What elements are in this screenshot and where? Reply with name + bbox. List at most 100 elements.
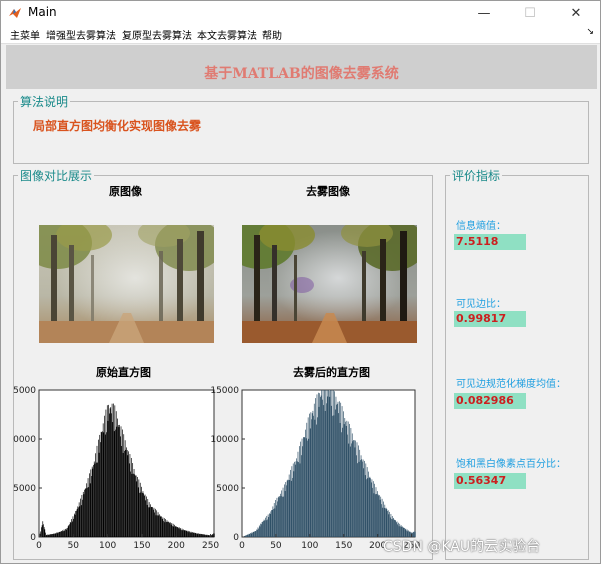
menu-proposed[interactable]: 本文去雾算法 xyxy=(197,27,257,42)
histogram-bar xyxy=(388,514,390,537)
histogram-bar xyxy=(194,532,195,537)
histogram-bar xyxy=(307,440,308,537)
histogram-bar xyxy=(345,421,346,537)
histogram-bar xyxy=(102,423,104,537)
histogram-bar xyxy=(157,512,159,537)
histogram-bar xyxy=(246,535,247,537)
histogram-bar xyxy=(305,438,307,537)
histogram-bar xyxy=(137,476,138,537)
histogram-bar xyxy=(187,531,188,537)
histogram-bar xyxy=(331,390,333,537)
histogram-bar xyxy=(148,507,149,537)
histogram-bar xyxy=(355,440,356,537)
histogram-bar xyxy=(385,507,387,537)
histogram-bar xyxy=(315,398,316,537)
histogram-bar xyxy=(156,510,158,537)
histogram-bar xyxy=(200,533,202,537)
histogram-bar xyxy=(62,530,64,537)
histogram-bar xyxy=(387,510,389,537)
histogram-bar xyxy=(55,533,57,537)
histogram-bar xyxy=(287,479,289,537)
histogram-bar xyxy=(166,520,168,537)
histogram-bar xyxy=(87,478,89,537)
histogram-bar xyxy=(102,431,103,537)
histogram-bar xyxy=(320,395,322,537)
histogram-bar xyxy=(67,527,68,537)
menu-help[interactable]: 帮助 xyxy=(262,27,282,42)
y-tick-label: 5000 xyxy=(13,484,36,494)
histogram-bar xyxy=(288,474,290,537)
histogram-bar xyxy=(268,517,270,537)
histogram-bar xyxy=(180,528,182,537)
histogram-bar xyxy=(259,526,261,537)
gradient-label: 可见边规范化梯度均值： xyxy=(456,379,566,390)
histogram-bar xyxy=(357,463,359,537)
histogram-bar xyxy=(76,508,78,537)
histogram-bar xyxy=(330,405,332,537)
histogram-bar xyxy=(198,533,199,537)
histogram-bar xyxy=(263,521,264,537)
histogram-bar xyxy=(339,423,341,537)
histogram-bar xyxy=(49,534,50,537)
x-tick-label: 50 xyxy=(270,541,282,551)
histogram-bar xyxy=(246,534,248,537)
histogram-bar xyxy=(322,390,324,537)
histogram-bar xyxy=(86,483,88,537)
y-tick-label: 5000 xyxy=(13,386,36,396)
histogram-bar xyxy=(280,496,282,537)
histogram-bar xyxy=(108,404,109,537)
title-bar[interactable]: Main — ☐ ✕ xyxy=(1,1,600,25)
histogram-bar xyxy=(63,531,64,537)
histogram-bar xyxy=(165,521,167,537)
histogram-bar xyxy=(185,530,186,537)
histogram-bar xyxy=(351,433,353,537)
menu-main[interactable]: 主菜单 xyxy=(10,27,40,42)
histogram-bar xyxy=(185,530,187,537)
histogram-bar xyxy=(263,519,265,537)
menu-restore[interactable]: 复原型去雾算法 xyxy=(122,27,192,42)
histogram-bar xyxy=(53,533,55,537)
histogram-bar xyxy=(181,530,182,537)
histogram-bar xyxy=(304,436,306,537)
histogram-bar xyxy=(290,480,292,537)
histogram-bar xyxy=(125,449,127,537)
histogram-bar xyxy=(347,421,349,537)
menu-enhance[interactable]: 增强型去雾算法 xyxy=(46,27,116,42)
maximize-button[interactable]: ☐ xyxy=(507,1,553,25)
histogram-bar xyxy=(91,476,92,537)
histogram-bar xyxy=(88,487,90,537)
histogram-bar xyxy=(350,427,352,537)
histogram-bar xyxy=(70,522,72,537)
histogram-bar xyxy=(267,519,268,537)
header-banner: 基于MATLAB的图像去雾系统 xyxy=(6,45,597,89)
histogram-bar xyxy=(333,415,335,537)
histogram-bar xyxy=(92,468,94,537)
histogram-bar xyxy=(332,415,333,537)
histogram-bar xyxy=(311,413,313,537)
histogram-bar xyxy=(203,534,204,537)
histogram-bar xyxy=(347,434,348,537)
histogram-bar xyxy=(377,494,379,537)
histogram-bar xyxy=(201,534,203,537)
histogram-bar xyxy=(298,446,300,537)
histogram-bar xyxy=(52,534,54,537)
minimize-button[interactable]: — xyxy=(461,1,507,25)
histogram-bar xyxy=(43,527,45,537)
histogram-bar xyxy=(110,407,112,537)
histogram-bar xyxy=(41,527,42,537)
histogram-bar xyxy=(192,532,193,537)
toolbar-overflow-icon[interactable]: ↘ xyxy=(586,27,594,37)
histogram-bar xyxy=(294,464,296,537)
x-tick-label: 100 xyxy=(99,541,116,551)
histogram-bar xyxy=(77,506,79,537)
histogram-bar xyxy=(152,507,153,537)
histogram-bar xyxy=(162,517,164,537)
histogram-bar xyxy=(307,417,309,537)
close-button[interactable]: ✕ xyxy=(553,1,599,25)
histogram-bar xyxy=(45,534,47,537)
histogram-bar xyxy=(138,479,140,537)
histogram-bar xyxy=(275,505,277,537)
histogram-bar xyxy=(356,442,358,537)
histogram-bar xyxy=(273,503,275,537)
saturation-label: 饱和黑白像素点百分比： xyxy=(456,459,566,470)
